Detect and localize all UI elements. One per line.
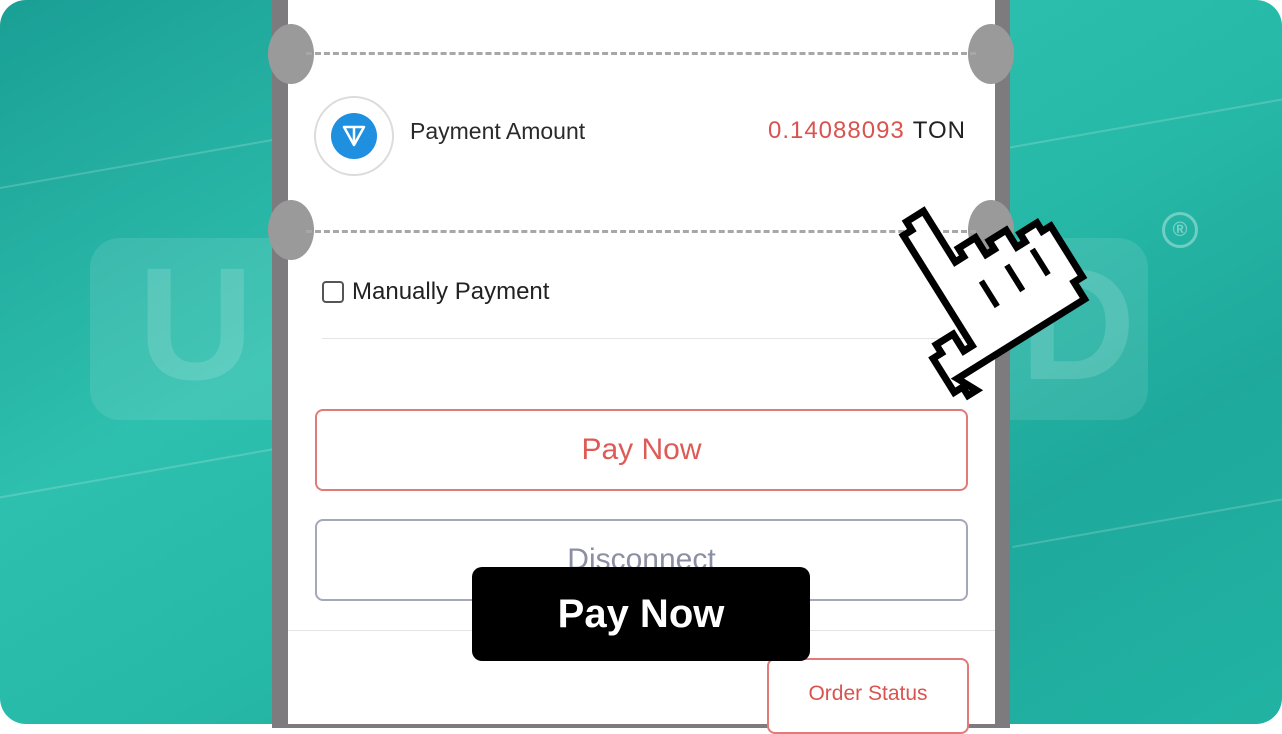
manual-payment-checkbox[interactable]: [322, 281, 344, 303]
payment-amount-label: Payment Amount: [410, 118, 586, 144]
ton-icon: [331, 113, 377, 159]
pay-now-button[interactable]: Pay Now: [315, 409, 968, 491]
pixel-hand-pointer-icon: [898, 206, 1090, 401]
manual-payment-option[interactable]: Manually Payment: [322, 278, 549, 306]
ticket-divider-2: [306, 230, 976, 233]
order-status-button[interactable]: Order Status: [767, 658, 969, 734]
payment-amount: 0.14088093 TON: [768, 117, 966, 145]
video-caption: Pay Now: [472, 567, 810, 661]
ticket-divider: [306, 52, 976, 55]
payment-amount-value: 0.14088093: [767, 117, 905, 144]
registered-mark: ®: [1162, 212, 1198, 248]
token-badge: [314, 96, 394, 176]
manual-payment-label: Manually Payment: [352, 278, 550, 305]
divider: [322, 338, 968, 339]
payment-currency: TON: [912, 117, 966, 144]
